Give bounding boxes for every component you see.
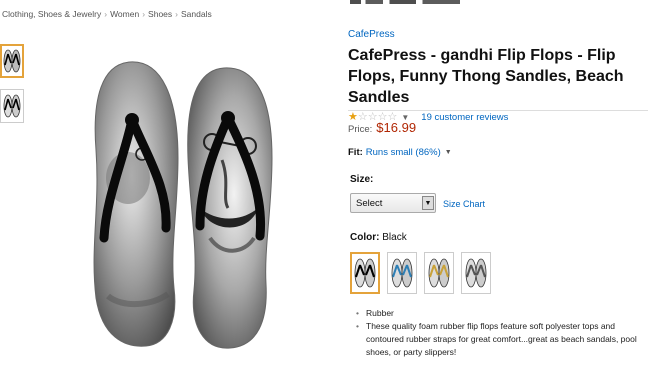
breadcrumb-shoes[interactable]: Shoes — [148, 9, 172, 19]
swatch-3[interactable] — [424, 252, 454, 294]
feature-bullet: These quality foam rubber flip flops fea… — [356, 320, 648, 359]
flip-flop-swatch-icon — [391, 258, 413, 288]
color-selected-value: Black — [382, 232, 407, 243]
chevron-down-icon[interactable]: ▼ — [445, 149, 452, 156]
fit-label: Fit: — [348, 147, 363, 158]
color-swatches — [350, 252, 498, 294]
feature-bullets: Rubber These quality foam rubber flip fl… — [356, 307, 648, 359]
size-select[interactable]: Select ▼ — [350, 193, 436, 213]
flip-flop-swatch-icon — [428, 258, 450, 288]
price-row: Price: $16.99 — [348, 120, 416, 135]
product-details: CafePress CafePress - gandhi Flip Flops … — [348, 24, 648, 123]
swatch-2[interactable] — [387, 252, 417, 294]
thumbnail-2[interactable] — [0, 89, 24, 123]
breadcrumb-separator: › — [104, 9, 108, 19]
size-chart-link[interactable]: Size Chart — [443, 199, 485, 209]
main-product-image[interactable] — [82, 58, 282, 350]
flip-flop-swatch-icon — [465, 258, 487, 288]
customer-reviews-link[interactable]: 19 customer reviews — [421, 112, 508, 123]
top-bar — [0, 0, 650, 6]
header-image-fragment — [350, 0, 460, 4]
chevron-down-icon: ▼ — [422, 196, 434, 210]
size-label: Size: — [350, 174, 374, 185]
flip-flop-swatch-icon — [354, 258, 376, 288]
color-label: Color: — [350, 232, 380, 243]
feature-bullet: Rubber — [356, 307, 648, 320]
breadcrumb: Clothing, Shoes & Jewelry › Women › Shoes › Sa… — [2, 9, 212, 19]
breadcrumb-separator: › — [142, 9, 146, 19]
fit-value-link[interactable]: Runs small (86%) — [366, 147, 441, 158]
breadcrumb-separator: › — [175, 9, 178, 19]
divider — [348, 110, 648, 111]
thumbnail-strip — [0, 44, 26, 134]
size-select-value: Select — [356, 197, 383, 209]
breadcrumb-clothing[interactable]: Clothing, Shoes & Jewelry — [2, 9, 101, 19]
price-label: Price: — [348, 124, 373, 135]
product-title: CafePress - gandhi Flip Flops - Flip Flo… — [348, 47, 624, 106]
brand-link[interactable]: CafePress — [348, 29, 395, 40]
swatch-4[interactable] — [461, 252, 491, 294]
flip-flop-thumbnail-icon — [3, 49, 21, 73]
thumbnail-1[interactable] — [0, 44, 24, 78]
breadcrumb-women[interactable]: Women — [110, 9, 139, 19]
price-value: $16.99 — [376, 120, 417, 135]
breadcrumb-sandals[interactable]: Sandals — [181, 9, 212, 19]
fit-row: Fit: Runs small (86%) ▼ — [348, 147, 452, 158]
color-row: Color: Black — [350, 232, 407, 243]
swatch-1[interactable] — [350, 252, 380, 294]
flip-flop-thumbnail-icon — [3, 94, 21, 118]
